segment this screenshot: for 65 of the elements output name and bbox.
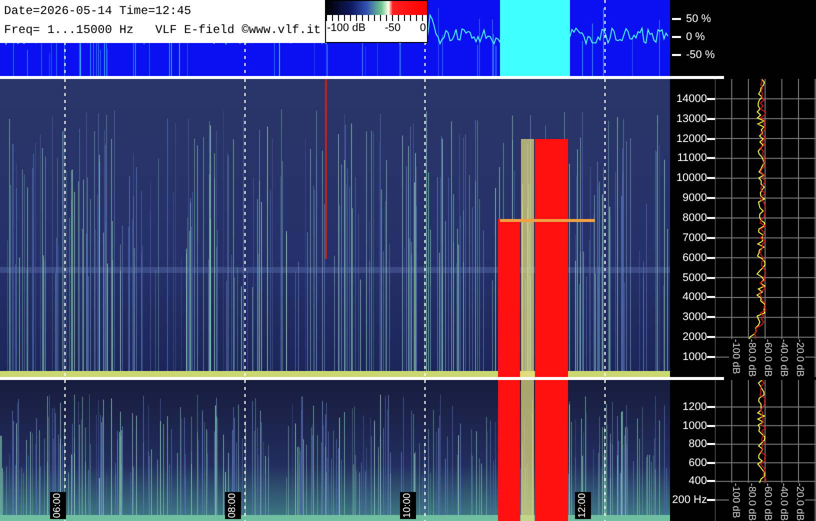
tick-mark <box>707 498 715 501</box>
tick-mark <box>707 177 715 180</box>
frequency-label: 11000 <box>677 152 707 164</box>
tick-mark <box>707 276 715 279</box>
frequency-label: 200 Hz <box>672 494 707 506</box>
frequency-label: 2000 <box>682 331 707 344</box>
tick-mark <box>707 296 715 298</box>
time-label: 06:00 <box>50 492 66 519</box>
frequency-label: 800 <box>688 438 707 450</box>
time-label: 10:00 <box>400 492 416 519</box>
amplitude-label: 50 % <box>686 13 712 25</box>
db-label: -100 dB <box>729 339 741 376</box>
frequency-label: 5000 <box>682 272 707 284</box>
frequency-label: 600 <box>688 456 707 469</box>
time-label: 12:00 <box>574 492 590 519</box>
tick-mark <box>707 424 715 427</box>
db-label: -80.0 dB <box>745 483 757 521</box>
frequency-label: 1000 <box>682 420 707 432</box>
db-label: -40.0 dB <box>777 483 789 521</box>
tick-mark <box>707 197 715 200</box>
frequency-label: 400 <box>688 475 707 488</box>
db-label: -60.0 dB <box>761 339 773 377</box>
frequency-label: 12000 <box>676 132 707 145</box>
tick-mark <box>672 54 681 56</box>
frequency-label: 13000 <box>676 112 707 125</box>
tick-mark <box>707 406 715 408</box>
db-label: -20.0 dB <box>793 339 805 377</box>
amplitude-label: -50 % <box>686 49 715 61</box>
db-label: -100 dB <box>729 483 741 520</box>
tick-mark <box>707 316 715 318</box>
tick-mark <box>707 236 715 239</box>
tick-mark <box>707 138 715 140</box>
tick-mark <box>707 216 715 219</box>
tick-mark <box>707 443 715 446</box>
db-label: -80.0 dB <box>745 339 757 377</box>
frequency-label: 14000 <box>676 92 707 105</box>
date-time-text: Date=2026-05-14 Time=12:45 <box>4 3 192 19</box>
time-label: 08:00 <box>224 492 240 519</box>
tick-mark <box>672 36 681 38</box>
scale-label: 0 <box>420 21 426 35</box>
tick-mark <box>707 157 715 160</box>
tick-mark <box>707 356 715 358</box>
frequency-label: 1000 <box>682 350 707 363</box>
frequency-label: 1200 <box>682 400 707 413</box>
tick-mark <box>707 256 715 259</box>
db-label: -60.0 dB <box>761 483 773 521</box>
tick-mark <box>707 462 715 464</box>
frequency-label: 9000 <box>682 192 707 204</box>
db-label: -20.0 dB <box>793 483 805 521</box>
frequency-label: 6000 <box>682 252 707 264</box>
frequency-info-text: Freq= 1...15000 Hz VLF E-field ©www.vlf.it <box>4 22 322 38</box>
frequency-label: 8000 <box>682 212 707 224</box>
tick-mark <box>707 480 715 482</box>
frequency-label: 10000 <box>676 172 707 184</box>
scale-label: -100 dB <box>327 21 366 35</box>
tick-mark <box>707 98 715 100</box>
amplitude-label: 0 % <box>686 31 705 43</box>
tick-mark <box>672 18 681 20</box>
frequency-label: 4000 <box>682 291 707 304</box>
scale-label: -50 <box>384 21 401 35</box>
db-label: -40.0 dB <box>777 339 789 377</box>
tick-mark <box>707 118 715 120</box>
frequency-label: 3000 <box>682 311 707 324</box>
tick-mark <box>707 336 715 338</box>
frequency-label: 7000 <box>682 232 707 244</box>
